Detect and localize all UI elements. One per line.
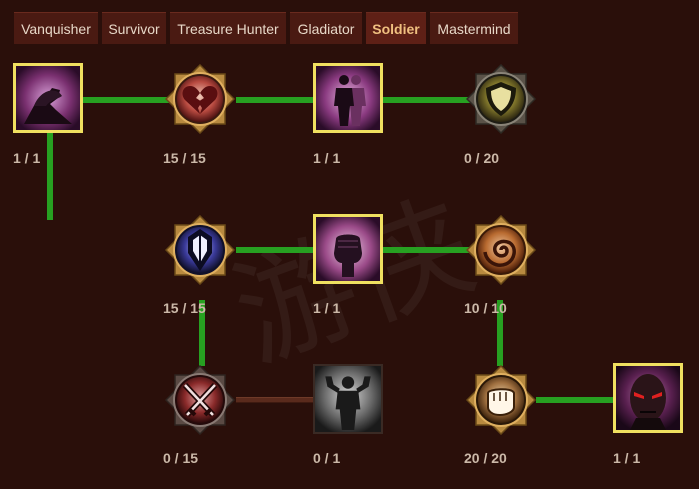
- arm-wrestle-icon: [16, 66, 80, 130]
- skill-node-twin-figures[interactable]: [313, 63, 383, 133]
- shield-icon: [466, 64, 536, 134]
- skill-node-raised-fist[interactable]: [313, 214, 383, 284]
- twin-figures-icon: [316, 66, 380, 130]
- link-1-down: [47, 130, 53, 220]
- tab-treasure-hunter[interactable]: Treasure Hunter: [170, 12, 286, 44]
- skill-node-swirl[interactable]: [466, 215, 536, 285]
- skill-count: 15 / 15: [163, 300, 206, 316]
- link-5-6: [236, 247, 316, 253]
- skill-node-shield[interactable]: [466, 64, 536, 134]
- skill-tree: 游侠 1 / 1: [0, 44, 699, 489]
- broken-heart-icon: [165, 64, 235, 134]
- swirl-icon: [466, 215, 536, 285]
- link-3-4: [380, 97, 470, 103]
- blade-emblem-icon: [165, 215, 235, 285]
- skill-count: 1 / 1: [613, 450, 641, 466]
- raised-fist-icon: [316, 217, 380, 281]
- tab-vanquisher[interactable]: Vanquisher: [14, 12, 98, 44]
- skill-count: 15 / 15: [163, 150, 206, 166]
- skill-node-flexing-figure[interactable]: [313, 364, 383, 434]
- link-1-2: [80, 97, 170, 103]
- skill-count: 20 / 20: [464, 450, 507, 466]
- skill-count: 0 / 20: [464, 150, 500, 166]
- skill-count: 1 / 1: [13, 150, 41, 166]
- demon-face-icon: [616, 366, 680, 430]
- skill-count: 0 / 1: [313, 450, 341, 466]
- skill-node-blade-emblem[interactable]: [165, 215, 235, 285]
- punch-icon: [466, 365, 536, 435]
- link-8-9: [236, 397, 316, 403]
- skill-count: 1 / 1: [313, 150, 341, 166]
- tab-gladiator[interactable]: Gladiator: [290, 12, 362, 44]
- link-2-3: [236, 97, 316, 103]
- skill-count: 1 / 1: [313, 300, 341, 316]
- skill-node-punch[interactable]: [466, 365, 536, 435]
- skill-category-tabs: Vanquisher Survivor Treasure Hunter Glad…: [0, 0, 699, 44]
- link-10-11: [536, 397, 616, 403]
- tab-survivor[interactable]: Survivor: [102, 12, 166, 44]
- tab-soldier[interactable]: Soldier: [366, 12, 426, 44]
- skill-node-arm-wrestle[interactable]: [13, 63, 83, 133]
- skill-node-broken-heart[interactable]: [165, 64, 235, 134]
- skill-node-crossed-swords[interactable]: [165, 365, 235, 435]
- skill-count: 0 / 15: [163, 450, 199, 466]
- flexing-figure-icon: [315, 366, 381, 432]
- crossed-swords-icon: [165, 365, 235, 435]
- skill-count: 10 / 10: [464, 300, 507, 316]
- link-6-7: [380, 247, 470, 253]
- skill-node-demon-face[interactable]: [613, 363, 683, 433]
- tab-mastermind[interactable]: Mastermind: [430, 12, 518, 44]
